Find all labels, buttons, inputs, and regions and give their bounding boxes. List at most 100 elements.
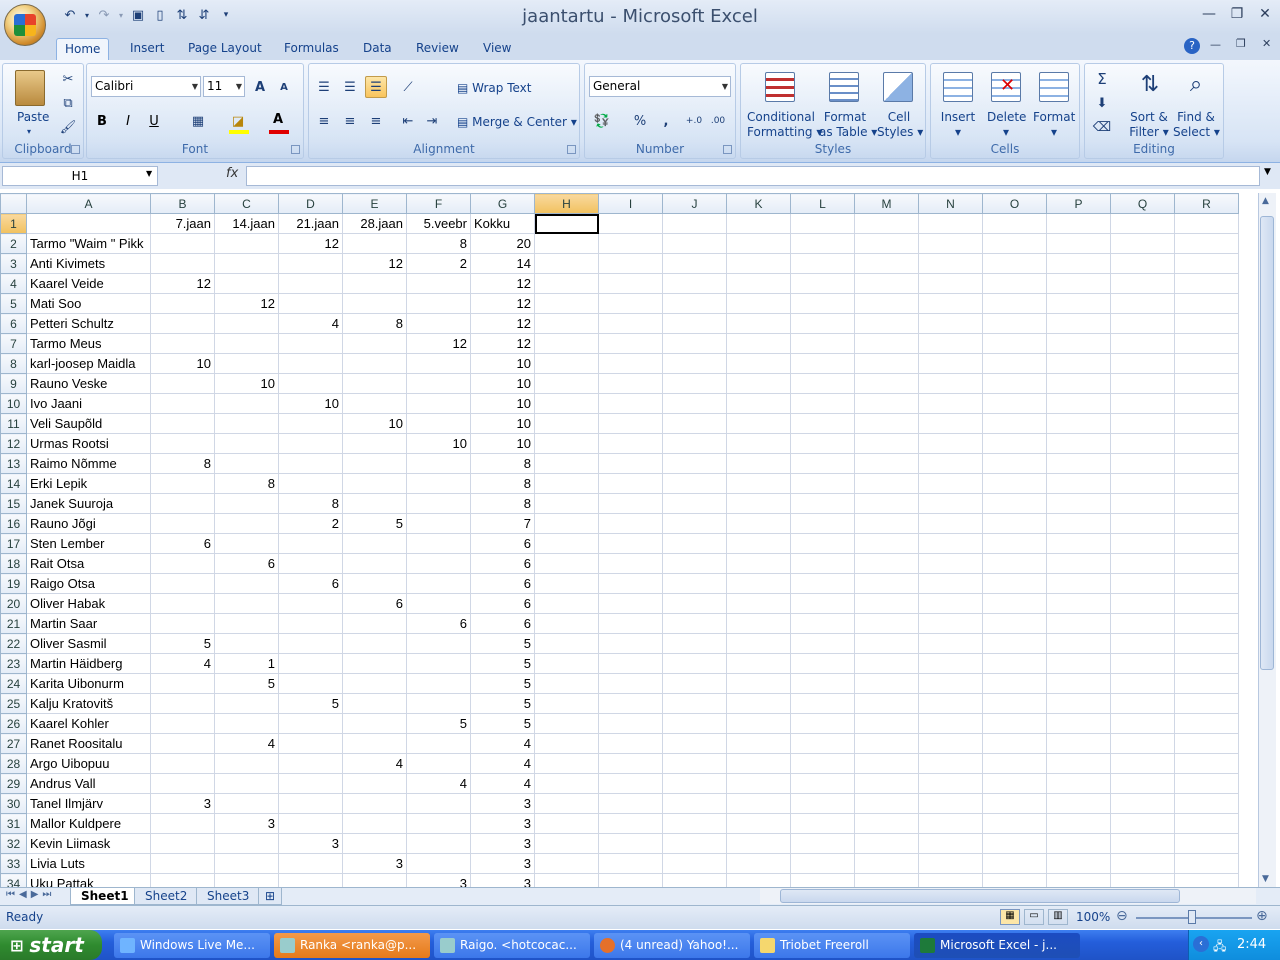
cell-o34[interactable] (982, 873, 1047, 887)
cell-d29[interactable] (278, 773, 343, 794)
cell-m33[interactable] (854, 853, 919, 874)
restore-icon[interactable]: ❐ (1224, 4, 1250, 24)
cell-n34[interactable] (918, 873, 983, 887)
cell-n28[interactable] (918, 753, 983, 774)
cell-c22[interactable] (214, 633, 279, 654)
cell-j1[interactable] (662, 213, 727, 234)
row-header[interactable]: 11 (0, 413, 27, 434)
cell-j28[interactable] (662, 753, 727, 774)
cell-n11[interactable] (918, 413, 983, 434)
sheet-tab-2[interactable]: Sheet2 (134, 888, 199, 905)
cell-p27[interactable] (1046, 733, 1111, 754)
cell-j33[interactable] (662, 853, 727, 874)
cell-h6[interactable] (534, 313, 599, 334)
cell-h15[interactable] (534, 493, 599, 514)
cell-i34[interactable] (598, 873, 663, 887)
cell-e32[interactable] (342, 833, 407, 854)
cell-d16[interactable]: 2 (278, 513, 343, 534)
cell-l23[interactable] (790, 653, 855, 674)
cell-e33[interactable]: 3 (342, 853, 407, 874)
workbook-minimize-icon[interactable]: — (1210, 38, 1221, 51)
cell-b19[interactable] (150, 573, 215, 594)
cell-f19[interactable] (406, 573, 471, 594)
cell-n6[interactable] (918, 313, 983, 334)
cell-r10[interactable] (1174, 393, 1239, 414)
cell-o28[interactable] (982, 753, 1047, 774)
insert-function-button[interactable]: fx (226, 166, 238, 181)
cell-j15[interactable] (662, 493, 727, 514)
cell-m28[interactable] (854, 753, 919, 774)
italic-button[interactable]: I (117, 110, 139, 132)
cell-k21[interactable] (726, 613, 791, 634)
cell-i25[interactable] (598, 693, 663, 714)
cell-a27[interactable]: Ranet Roositalu (26, 733, 151, 754)
cell-e4[interactable] (342, 273, 407, 294)
cell-n30[interactable] (918, 793, 983, 814)
cell-g10[interactable]: 10 (470, 393, 535, 414)
cell-n20[interactable] (918, 593, 983, 614)
cell-j12[interactable] (662, 433, 727, 454)
cell-k33[interactable] (726, 853, 791, 874)
cell-k34[interactable] (726, 873, 791, 887)
cell-e26[interactable] (342, 713, 407, 734)
cell-h13[interactable] (534, 453, 599, 474)
row-header[interactable]: 27 (0, 733, 27, 754)
cell-d8[interactable] (278, 353, 343, 374)
cell-i24[interactable] (598, 673, 663, 694)
cell-q15[interactable] (1110, 493, 1175, 514)
cell-n31[interactable] (918, 813, 983, 834)
row-header[interactable]: 2 (0, 233, 27, 254)
cell-r22[interactable] (1174, 633, 1239, 654)
copy-icon[interactable]: ⧉ (57, 92, 79, 114)
cell-h7[interactable] (534, 333, 599, 354)
cell-c21[interactable] (214, 613, 279, 634)
cell-l19[interactable] (790, 573, 855, 594)
cell-k10[interactable] (726, 393, 791, 414)
row-header[interactable]: 3 (0, 253, 27, 274)
cell-o22[interactable] (982, 633, 1047, 654)
cell-l34[interactable] (790, 873, 855, 887)
cell-c11[interactable] (214, 413, 279, 434)
cell-l6[interactable] (790, 313, 855, 334)
cell-c28[interactable] (214, 753, 279, 774)
cell-j31[interactable] (662, 813, 727, 834)
cell-c12[interactable] (214, 433, 279, 454)
cell-d24[interactable] (278, 673, 343, 694)
cell-e6[interactable]: 8 (342, 313, 407, 334)
cell-m24[interactable] (854, 673, 919, 694)
cell-k8[interactable] (726, 353, 791, 374)
cell-q33[interactable] (1110, 853, 1175, 874)
cell-f2[interactable]: 8 (406, 233, 471, 254)
cell-f18[interactable] (406, 553, 471, 574)
cell-o8[interactable] (982, 353, 1047, 374)
cell-m27[interactable] (854, 733, 919, 754)
cut-icon[interactable]: ✂ (57, 68, 79, 90)
cell-a18[interactable]: Rait Otsa (26, 553, 151, 574)
cell-g9[interactable]: 10 (470, 373, 535, 394)
cell-d22[interactable] (278, 633, 343, 654)
cell-o27[interactable] (982, 733, 1047, 754)
taskbar-item-messenger[interactable]: Windows Live Me... (114, 933, 270, 958)
cell-l27[interactable] (790, 733, 855, 754)
cell-c30[interactable] (214, 793, 279, 814)
cell-e16[interactable]: 5 (342, 513, 407, 534)
cell-b18[interactable] (150, 553, 215, 574)
row-header[interactable]: 22 (0, 633, 27, 654)
row-header[interactable]: 10 (0, 393, 27, 414)
cell-p31[interactable] (1046, 813, 1111, 834)
cell-a3[interactable]: Anti Kivimets (26, 253, 151, 274)
format-button[interactable]: Format ▾ (1033, 110, 1075, 140)
cell-h19[interactable] (534, 573, 599, 594)
cell-f14[interactable] (406, 473, 471, 494)
cell-l20[interactable] (790, 593, 855, 614)
cell-p17[interactable] (1046, 533, 1111, 554)
cell-m31[interactable] (854, 813, 919, 834)
cell-f32[interactable] (406, 833, 471, 854)
workbook-restore-icon[interactable]: ❐ (1236, 37, 1246, 50)
tab-home[interactable]: Home (56, 38, 110, 60)
cell-p29[interactable] (1046, 773, 1111, 794)
cell-i30[interactable] (598, 793, 663, 814)
cell-a14[interactable]: Erki Lepik (26, 473, 151, 494)
cell-o4[interactable] (982, 273, 1047, 294)
cell-b32[interactable] (150, 833, 215, 854)
